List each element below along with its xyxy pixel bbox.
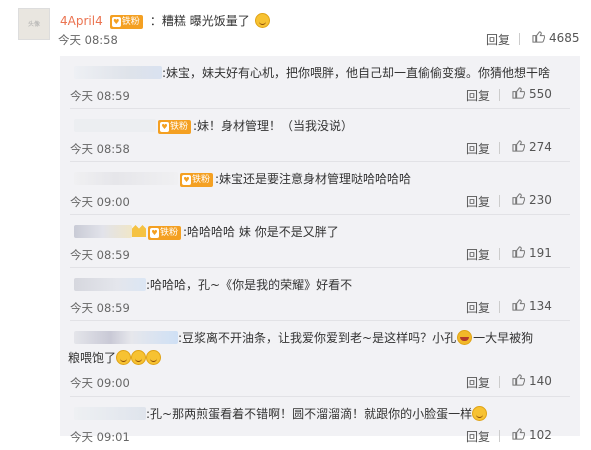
reply-text: :哈哈哈哈 妹 你是不是又胖了: [183, 225, 339, 239]
thumb-up-icon: [512, 246, 525, 258]
reply-button[interactable]: 回复: [466, 140, 490, 157]
fan-badge: ♥ 铁粉: [109, 15, 143, 29]
reply-item: :哈哈哈，孔~《你是我的荣耀》好看不 今天 08:59 回复 134: [60, 268, 580, 321]
reply-list: :妹宝，妹夫好有心机，把你喂胖，他自己却一直偷偷变瘦。你猜他想干啥 今天 08:…: [60, 56, 580, 444]
thumb-up-icon: [512, 374, 525, 386]
blurred-username[interactable]: [74, 225, 132, 238]
reply-text: :孔~那两煎蛋看着不错啊！圆不溜溜滴！就跟你的小脸蛋一样: [146, 407, 473, 421]
reply-item: :豆浆离不开油条，让我爱你爱到老~是这样吗？小孔 一大早被狗 粮喂饱了 今天 09…: [60, 321, 580, 397]
comment-text: ：糟糕 曝光饭量了: [149, 14, 250, 28]
reply-item: ♥ 铁粉:妹！身材管理！（当我没说） 今天 08:58 回复 274: [60, 109, 580, 162]
like-count: 102: [529, 428, 552, 442]
reply-time: 今天 09:01: [70, 430, 130, 444]
comment-username[interactable]: 4April4: [60, 14, 103, 28]
main-comment: 4April4 ♥ 铁粉 ：糟糕 曝光饭量了 今天 08:58 回复 4685: [58, 8, 580, 48]
blurred-username[interactable]: [74, 172, 178, 185]
like-count: 550: [529, 87, 552, 101]
crown-icon: [132, 225, 146, 237]
reply-text: :豆浆离不开油条，让我爱你爱到老~是这样吗？小孔: [178, 331, 457, 345]
heart-icon: ♥: [150, 228, 159, 238]
reply-text: :哈哈哈，孔~《你是我的荣耀》好看不: [146, 278, 353, 292]
thumb-up-icon: [512, 428, 525, 440]
reply-button[interactable]: 回复: [466, 87, 490, 104]
like-button[interactable]: 140: [512, 374, 552, 388]
reply-item: :妹宝，妹夫好有心机，把你喂胖，他自己却一直偷偷变瘦。你猜他想干啥 今天 08:…: [60, 56, 580, 109]
blurred-username[interactable]: [74, 278, 146, 291]
reply-time: 今天 09:00: [70, 195, 130, 209]
like-button[interactable]: 550: [512, 87, 552, 101]
blurred-username[interactable]: [74, 331, 178, 344]
reply-button[interactable]: 回复: [466, 299, 490, 316]
fan-badge: ♥ 铁粉: [158, 120, 192, 134]
fan-badge: ♥ 铁粉: [148, 226, 182, 240]
reply-item: :孔~那两煎蛋看着不错啊！圆不溜溜滴！就跟你的小脸蛋一样 今天 09:01 回复…: [60, 397, 580, 450]
smile-emoji: [146, 350, 162, 365]
reply-time: 今天 08:59: [70, 301, 130, 315]
like-count: 230: [529, 193, 552, 207]
blurred-username[interactable]: [74, 119, 156, 132]
like-button[interactable]: 230: [512, 193, 552, 207]
heart-icon: ♥: [182, 175, 191, 185]
smile-emoji: [116, 350, 132, 365]
laugh-emoji: [457, 330, 473, 345]
user-avatar[interactable]: 头像: [18, 8, 50, 40]
reply-time: 今天 08:59: [70, 89, 130, 103]
like-button[interactable]: 274: [512, 140, 552, 154]
reply-text: :妹宝，妹夫好有心机，把你喂胖，他自己却一直偷偷变瘦。你猜他想干啥: [162, 66, 551, 80]
like-count: 140: [529, 374, 552, 388]
reply-button[interactable]: 回复: [486, 31, 510, 48]
thumb-up-icon: [512, 193, 525, 205]
thumb-up-icon: [512, 299, 525, 311]
reply-time: 今天 08:59: [70, 248, 130, 262]
like-button[interactable]: 134: [512, 299, 552, 313]
like-count: 191: [529, 246, 552, 260]
thumb-up-icon: [512, 87, 525, 99]
reply-text: :妹！身材管理！（当我没说）: [193, 119, 354, 133]
thumb-up-icon: [532, 31, 545, 43]
like-count: 274: [529, 140, 552, 154]
reply-time: 今天 08:58: [70, 142, 130, 156]
like-button[interactable]: 4685: [532, 31, 580, 45]
reply-text: :妹宝还是要注意身材管理哒哈哈哈哈: [215, 172, 412, 186]
reply-time: 今天 09:00: [70, 376, 130, 390]
reply-button[interactable]: 回复: [466, 193, 490, 210]
reply-button[interactable]: 回复: [466, 428, 490, 445]
smile-emoji: [131, 350, 147, 365]
heart-icon: ♥: [160, 122, 169, 132]
heart-icon: ♥: [111, 17, 121, 27]
blurred-username[interactable]: [74, 407, 146, 420]
thumb-up-icon: [512, 140, 525, 152]
like-button[interactable]: 191: [512, 246, 552, 260]
reply-button[interactable]: 回复: [466, 374, 490, 391]
fan-badge: ♥ 铁粉: [180, 173, 214, 187]
like-count: 134: [529, 299, 552, 313]
comment-time: 今天 08:58: [58, 33, 118, 47]
like-count: 4685: [549, 31, 580, 45]
like-button[interactable]: 102: [512, 428, 552, 442]
smile-emoji: [254, 13, 270, 28]
reply-text-cont: 一大早被狗: [473, 331, 534, 345]
reply-text-line2: 粮喂饱了: [68, 351, 117, 365]
reply-item: ♥ 铁粉:妹宝还是要注意身材管理哒哈哈哈哈 今天 09:00 回复 230: [60, 162, 580, 215]
reply-item: ♥ 铁粉:哈哈哈哈 妹 你是不是又胖了 今天 08:59 回复 191: [60, 215, 580, 268]
reply-button[interactable]: 回复: [466, 246, 490, 263]
blurred-username[interactable]: [74, 66, 162, 79]
smile-emoji: [472, 406, 488, 421]
